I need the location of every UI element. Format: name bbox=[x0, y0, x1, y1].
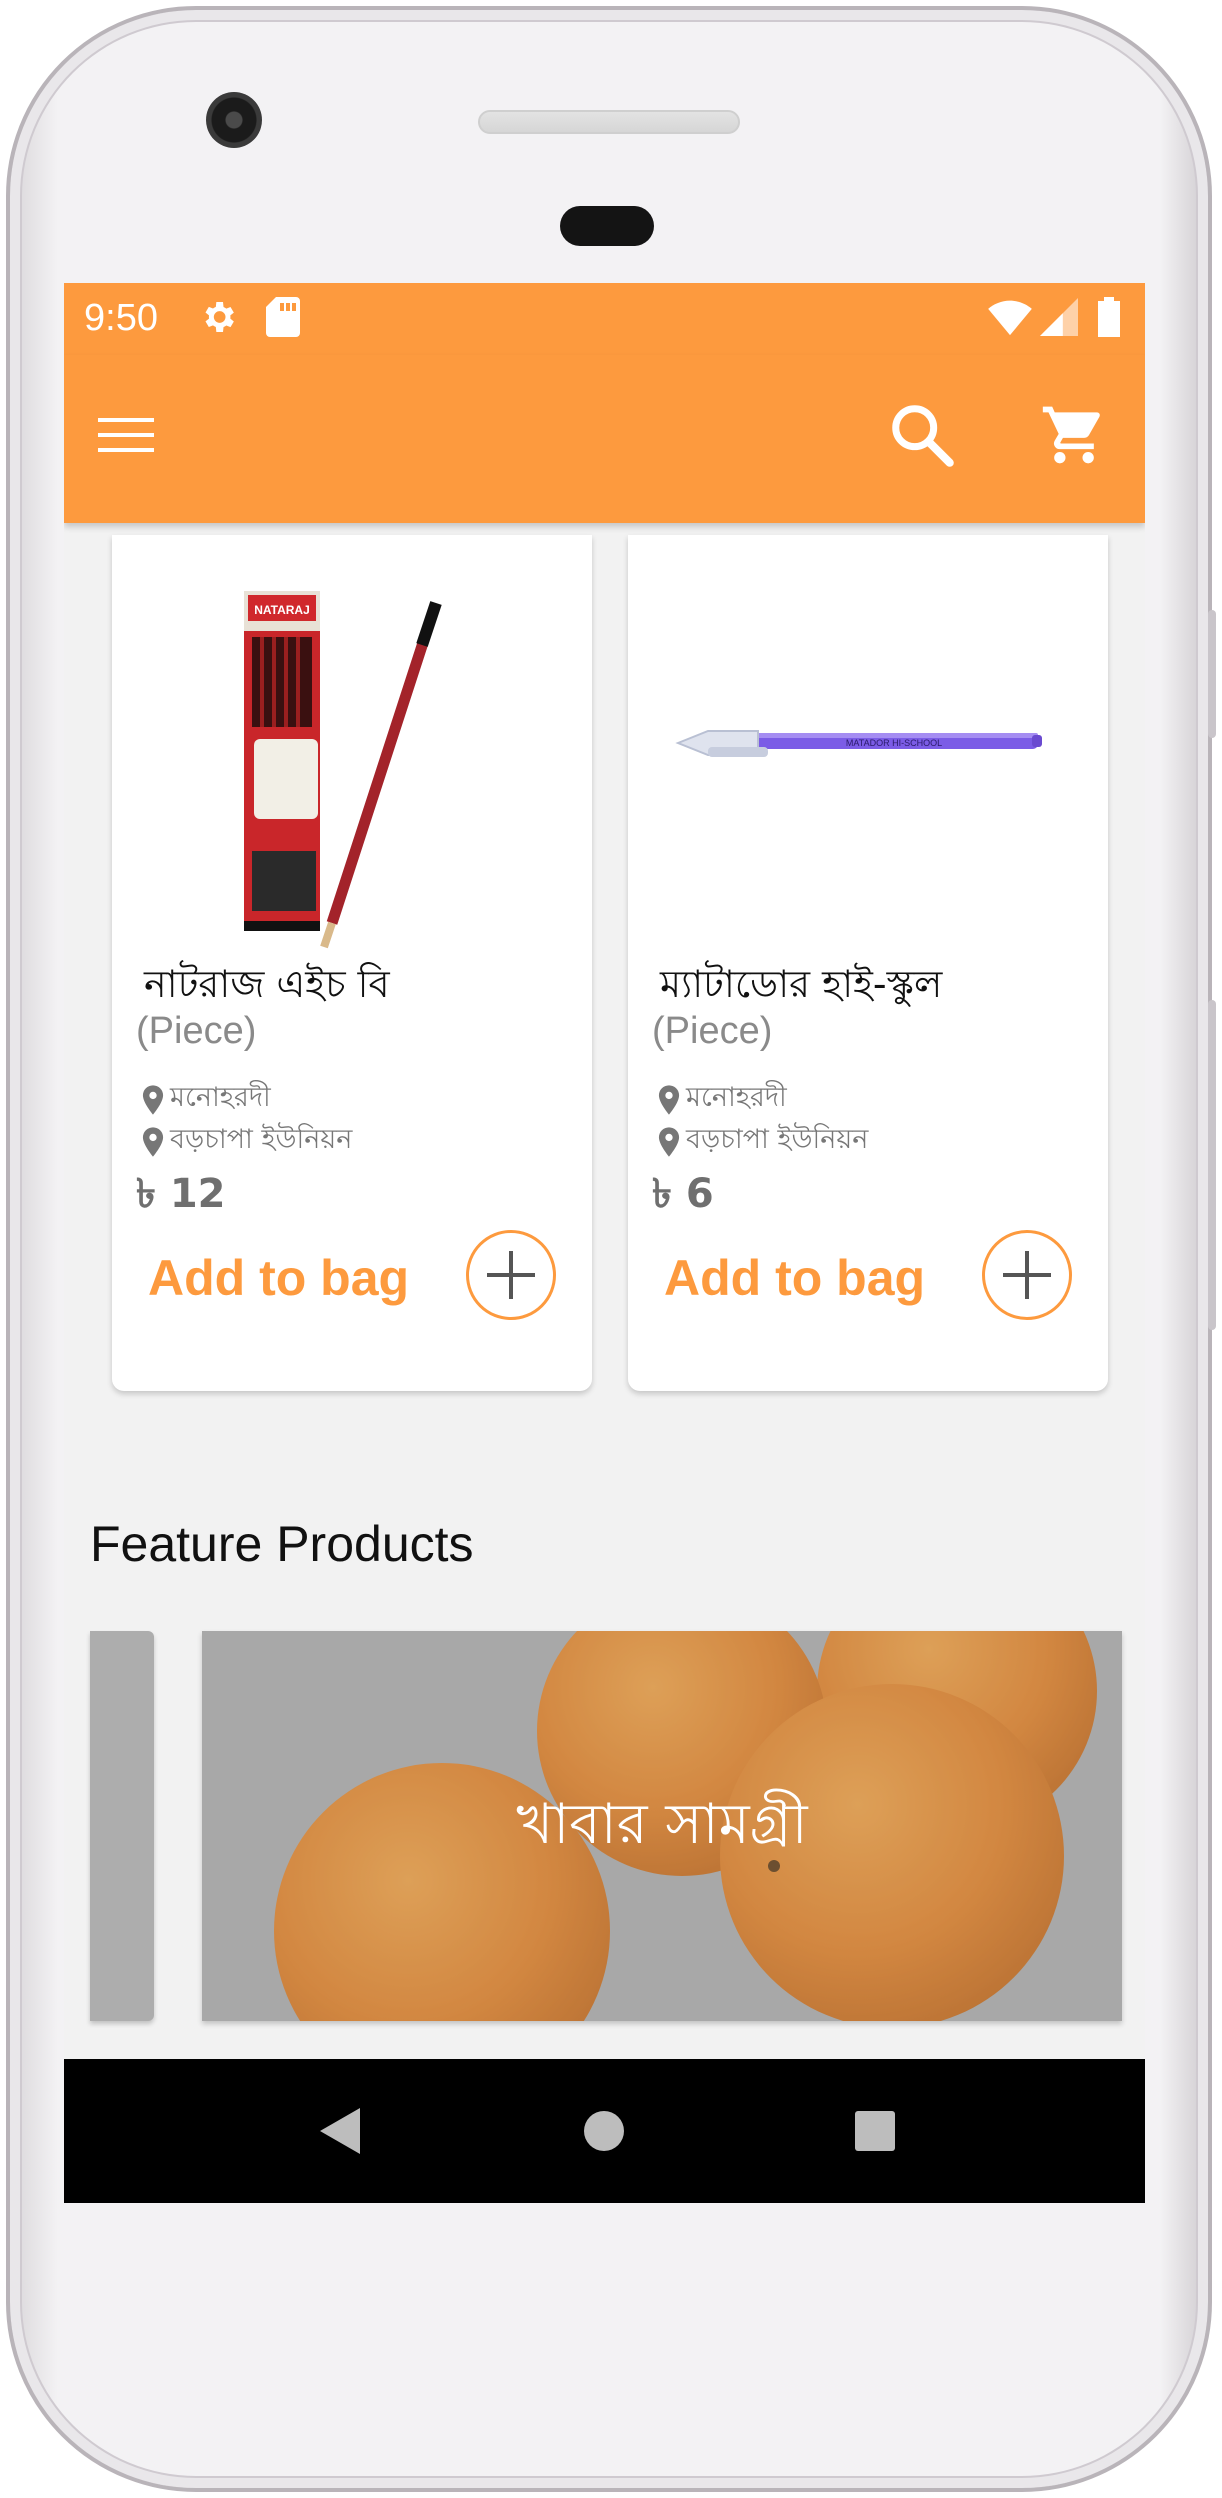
app-screen: 9:50 NATARAJ নাটরাজ এইচ বি (Piece) মনোহর… bbox=[64, 283, 1145, 2203]
sd-card-icon bbox=[266, 297, 300, 342]
feature-category-card[interactable]: খাবার সামগ্রী bbox=[202, 1631, 1122, 2021]
menu-button[interactable] bbox=[86, 395, 166, 475]
back-icon bbox=[320, 2108, 360, 2154]
battery-icon bbox=[1098, 297, 1120, 342]
earpiece-speaker bbox=[478, 110, 740, 134]
product-location-line1: মনোহরদী bbox=[142, 1077, 271, 1122]
recents-icon bbox=[855, 2111, 895, 2151]
search-icon bbox=[892, 405, 954, 467]
search-button[interactable] bbox=[882, 395, 962, 475]
location-text: মনোহরদী bbox=[170, 1082, 271, 1113]
product-unit: (Piece) bbox=[136, 1010, 257, 1052]
home-icon bbox=[584, 2111, 624, 2151]
settings-icon bbox=[198, 297, 238, 342]
status-bar: 9:50 bbox=[64, 283, 1145, 355]
product-card[interactable]: NATARAJ নাটরাজ এইচ বি (Piece) মনোহরদী বড bbox=[112, 535, 592, 1391]
add-quantity-button[interactable] bbox=[982, 1230, 1072, 1320]
feature-card-previous[interactable] bbox=[90, 1631, 154, 2021]
front-camera bbox=[206, 92, 262, 148]
nav-recents-button[interactable] bbox=[839, 2095, 911, 2167]
plus-icon bbox=[1003, 1251, 1051, 1299]
product-location-line2: বড়চাপা ইউনিয়ন bbox=[142, 1119, 352, 1164]
cell-signal-icon bbox=[1040, 297, 1078, 342]
product-unit: (Piece) bbox=[652, 1010, 773, 1052]
location-text: বড়চাপা ইউনিয়ন bbox=[170, 1124, 353, 1155]
system-nav-bar bbox=[64, 2059, 1145, 2203]
location-text: মনোহরদী bbox=[686, 1082, 787, 1113]
status-time: 9:50 bbox=[84, 297, 158, 339]
svg-text:NATARAJ: NATARAJ bbox=[254, 603, 310, 617]
nav-back-button[interactable] bbox=[304, 2095, 376, 2167]
location-pin-icon bbox=[142, 1084, 164, 1115]
add-to-bag-button[interactable]: Add to bag bbox=[664, 1249, 925, 1307]
product-card[interactable]: MATADOR HI-SCHOOL ম্যাটাডোর হাই-স্কুল (P… bbox=[628, 535, 1108, 1391]
menu-icon bbox=[98, 418, 154, 452]
add-to-bag-button[interactable]: Add to bag bbox=[148, 1249, 409, 1307]
power-button bbox=[1208, 1000, 1216, 1330]
pen-image: MATADOR HI-SCHOOL bbox=[648, 551, 1088, 951]
cart-icon bbox=[1042, 406, 1100, 464]
add-quantity-button[interactable] bbox=[466, 1230, 556, 1320]
product-price: ৳ 6 bbox=[652, 1171, 714, 1217]
nav-home-button[interactable] bbox=[568, 2095, 640, 2167]
cart-button[interactable] bbox=[1034, 395, 1114, 475]
product-price: ৳ 12 bbox=[136, 1171, 226, 1217]
product-location-line2: বড়চাপা ইউনিয়ন bbox=[658, 1119, 868, 1164]
section-title: Feature Products bbox=[90, 1516, 474, 1572]
location-text: বড়চাপা ইউনিয়ন bbox=[686, 1124, 869, 1155]
location-pin-icon bbox=[142, 1126, 164, 1157]
location-pin-icon bbox=[658, 1084, 680, 1115]
product-location-line1: মনোহরদী bbox=[658, 1077, 787, 1122]
volume-button bbox=[1208, 610, 1216, 738]
proximity-sensor bbox=[560, 206, 654, 246]
svg-text:MATADOR HI-SCHOOL: MATADOR HI-SCHOOL bbox=[846, 738, 942, 748]
plus-icon bbox=[487, 1251, 535, 1299]
feature-category-label: খাবার সামগ্রী bbox=[516, 1792, 808, 1857]
pencil-box-image: NATARAJ bbox=[132, 551, 572, 951]
app-toolbar bbox=[64, 355, 1145, 523]
wifi-icon bbox=[988, 297, 1032, 342]
location-pin-icon bbox=[658, 1126, 680, 1157]
